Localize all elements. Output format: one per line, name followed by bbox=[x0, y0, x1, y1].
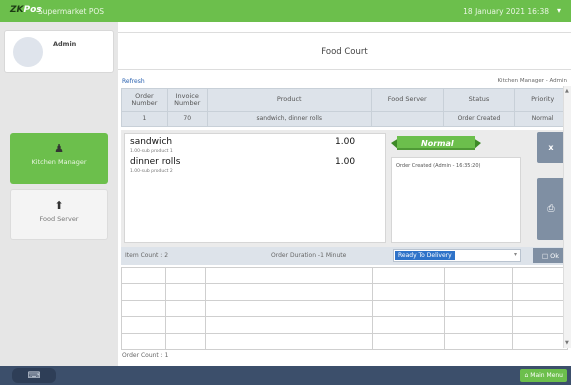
column-header-order-number[interactable]: Order Number bbox=[122, 89, 168, 111]
column-header-status[interactable]: Status bbox=[444, 89, 516, 111]
chevron-down-icon[interactable]: ▾ bbox=[557, 6, 561, 15]
page-header: Food Court bbox=[118, 32, 571, 70]
order-items-list[interactable]: sandwich 1.00 1.00-sub product 1 dinner … bbox=[124, 133, 386, 243]
close-order-button[interactable]: x bbox=[537, 132, 565, 163]
column-header-invoice-number[interactable]: Invoice Number bbox=[168, 89, 208, 111]
save-icon: □ bbox=[541, 251, 549, 260]
column-header-product[interactable]: Product bbox=[208, 89, 372, 111]
order-detail-panel: sandwich 1.00 1.00-sub product 1 dinner … bbox=[121, 130, 568, 265]
cell-status: Order Created bbox=[444, 112, 516, 126]
column-header-priority[interactable]: Priority bbox=[515, 89, 570, 111]
printer-icon: ⎙ bbox=[547, 204, 555, 214]
app-logo: ZKPos bbox=[10, 5, 42, 15]
refresh-link[interactable]: Refresh bbox=[122, 78, 145, 85]
table-row[interactable] bbox=[121, 283, 568, 301]
cell-priority: Normal bbox=[531, 114, 554, 122]
orders-grid-header: Order Number Invoice Number Product Food… bbox=[121, 88, 571, 112]
chef-icon: ♟ bbox=[54, 142, 64, 155]
user-card[interactable]: Admin bbox=[4, 30, 114, 73]
item-count: Item Count : 2 bbox=[125, 252, 169, 259]
server-icon: ⬆ bbox=[54, 199, 64, 212]
role-label: Kitchen Manager - Admin bbox=[497, 78, 567, 84]
main-menu-label: Main Menu bbox=[530, 372, 563, 379]
order-duration: Order Duration -1 Minute bbox=[271, 252, 347, 259]
cell-product: sandwich, dinner rolls bbox=[208, 112, 372, 126]
page-title: Food Court bbox=[321, 47, 368, 57]
sidebar-item-label: Food Server bbox=[39, 215, 79, 223]
chevron-down-icon: ▾ bbox=[513, 251, 517, 258]
user-name: Admin bbox=[53, 40, 77, 48]
home-icon: ⌂ bbox=[524, 372, 529, 379]
item-price: 1.00 bbox=[335, 137, 356, 147]
ok-label: Ok bbox=[550, 251, 560, 260]
cell-order-number: 1 bbox=[122, 112, 168, 126]
keyboard-icon: ⌨ bbox=[27, 370, 41, 381]
table-row[interactable] bbox=[121, 266, 568, 285]
top-bar: ZKPos Supermarket POS 18 January 2021 16… bbox=[0, 0, 571, 22]
table-row[interactable] bbox=[121, 316, 568, 334]
datetime: 18 January 2021 16:38 bbox=[463, 7, 549, 16]
avatar bbox=[13, 37, 43, 67]
item-sub-product: 1.00-sub product 1 bbox=[130, 149, 173, 154]
scroll-down-icon[interactable]: ▼ bbox=[565, 340, 569, 346]
item-name: dinner rolls bbox=[130, 157, 181, 167]
item-price: 1.00 bbox=[335, 157, 356, 167]
sidebar: Admin ♟ Kitchen Manager ⬆ Food Server bbox=[0, 22, 118, 366]
cell-invoice-number: 70 bbox=[168, 112, 208, 126]
item-sub-product: 1.00-sub product 2 bbox=[130, 169, 173, 174]
main-panel: Food Court Refresh Kitchen Manager - Adm… bbox=[118, 22, 571, 366]
cell-food-server bbox=[372, 112, 444, 126]
scroll-up-icon[interactable]: ▲ bbox=[565, 88, 569, 94]
bottom-bar: ⌨ ⌂ Main Menu bbox=[0, 366, 571, 385]
order-detail-footer: Item Count : 2 Order Duration -1 Minute … bbox=[121, 247, 568, 265]
keyboard-button[interactable]: ⌨ bbox=[12, 368, 56, 383]
app-title: Supermarket POS bbox=[38, 7, 105, 16]
main-menu-button[interactable]: ⌂ Main Menu bbox=[520, 369, 567, 382]
grid-scrollbar[interactable]: ▲ ▼ bbox=[563, 86, 571, 348]
sidebar-item-food-server[interactable]: ⬆ Food Server bbox=[10, 189, 108, 240]
sidebar-item-label: Kitchen Manager bbox=[31, 158, 87, 166]
status-selected-value: Ready To Delivery bbox=[395, 251, 455, 260]
log-entry: Order Created (Admin - 16:35:20) bbox=[396, 163, 481, 169]
print-button[interactable]: ⎙ bbox=[537, 178, 565, 240]
priority-banner: Normal bbox=[421, 139, 454, 148]
table-row[interactable] bbox=[121, 299, 568, 318]
status-select[interactable]: Ready To Delivery ▾ bbox=[393, 249, 521, 262]
sidebar-item-kitchen-manager[interactable]: ♟ Kitchen Manager bbox=[10, 133, 108, 184]
order-log: Order Created (Admin - 16:35:20) bbox=[391, 157, 521, 243]
order-list-table bbox=[121, 266, 568, 350]
table-row[interactable]: 1 70 sandwich, dinner rolls Order Create… bbox=[121, 112, 571, 127]
table-row[interactable] bbox=[121, 332, 568, 350]
column-header-food-server[interactable]: Food Server bbox=[372, 89, 444, 111]
order-count: Order Count : 1 bbox=[122, 352, 169, 359]
item-name: sandwich bbox=[130, 137, 173, 147]
